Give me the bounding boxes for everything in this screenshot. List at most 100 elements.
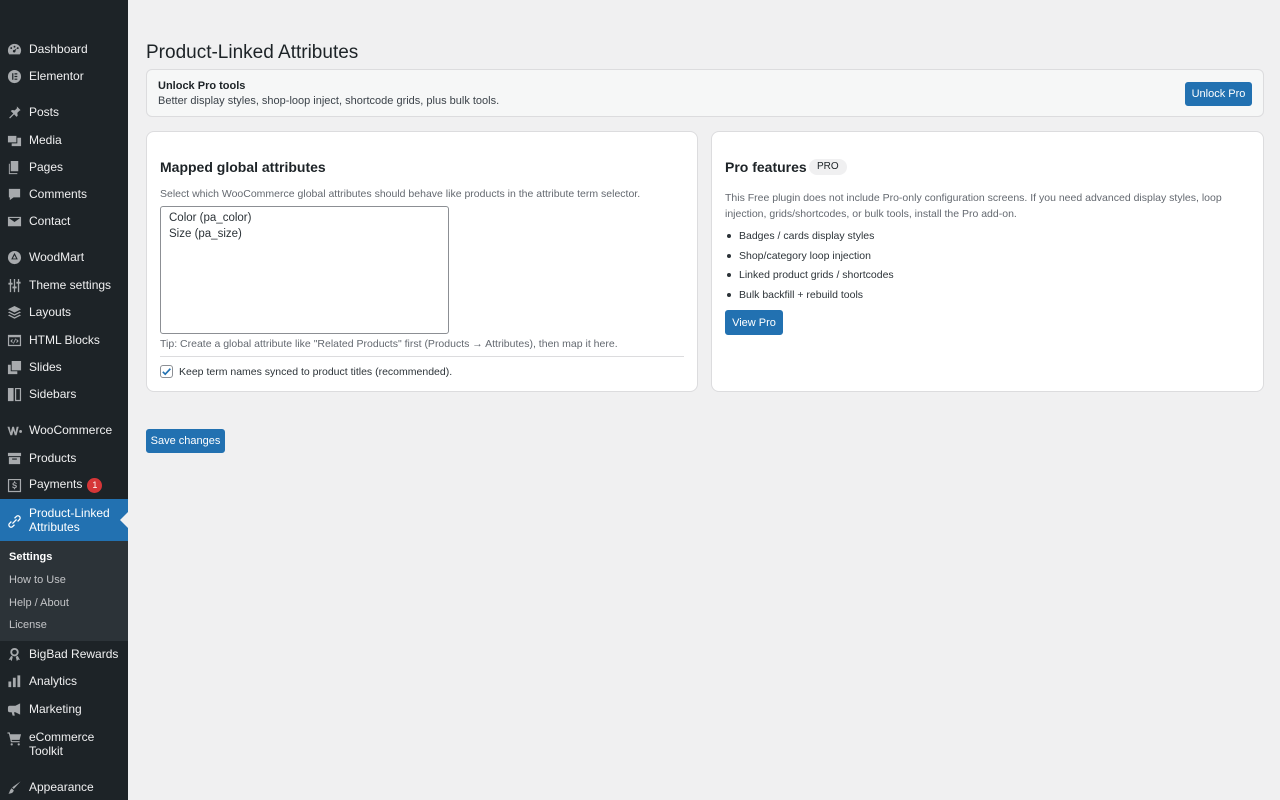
payments-label: Payments — [29, 477, 83, 491]
elementor-icon — [6, 68, 22, 84]
sidebar-item-media[interactable]: Media — [0, 131, 128, 149]
sidebar-item-label: Pages — [29, 160, 64, 174]
megaphone-icon — [6, 701, 22, 717]
sync-term-names-label[interactable]: Keep term names synced to product titles… — [179, 366, 452, 378]
award-icon — [6, 646, 22, 662]
sidebar-item-sidebars[interactable]: Sidebars — [0, 385, 128, 403]
list-item: Linked product grids / shortcodes — [725, 268, 894, 288]
sidebar-item-label: HTML Blocks — [29, 333, 100, 347]
sidebar-item-label: Appearance — [29, 780, 94, 794]
slides-icon — [6, 359, 22, 375]
comment-icon — [6, 186, 22, 202]
sidebar-item-pages[interactable]: Pages — [0, 158, 128, 176]
bar-chart-icon — [6, 673, 22, 689]
banner-description: Better display styles, shop-loop inject,… — [158, 95, 500, 107]
list-item: Bulk backfill + rebuild tools — [725, 288, 894, 308]
sidebar-item-elementor[interactable]: Elementor — [0, 67, 128, 85]
dashboard-icon — [6, 41, 22, 57]
sidebar-item-bigbad-rewards[interactable]: BigBad Rewards — [0, 645, 128, 663]
save-changes-button[interactable]: Save changes — [146, 429, 225, 453]
current-menu-arrow — [120, 512, 128, 528]
card-description: This Free plugin does not include Pro-on… — [725, 192, 1222, 220]
sidebar-item-slides[interactable]: Slides — [0, 358, 128, 376]
sidebar-item-label: Sidebars — [29, 387, 77, 401]
sidebar-item-label: Media — [29, 133, 62, 147]
woocommerce-icon — [6, 422, 22, 438]
sidebar-item-theme-settings[interactable]: Theme settings — [0, 276, 128, 294]
sidebar-item-analytics[interactable]: Analytics — [0, 672, 128, 690]
sidebar-item-label: Posts — [29, 105, 60, 119]
sidebar-icon — [6, 386, 22, 402]
checkmark-icon — [162, 368, 171, 376]
payment-icon — [6, 477, 22, 493]
card-title: Pro features — [725, 159, 807, 175]
sidebar-item-label: Slides — [29, 360, 62, 374]
mail-icon — [6, 213, 22, 229]
sidebar-item-label: Theme settings — [29, 278, 112, 292]
sidebar-item-payments[interactable]: Payments 1 — [0, 476, 128, 494]
unlock-pro-banner: Unlock Pro tools Better display styles, … — [146, 69, 1264, 117]
sidebar-submenu: Settings How to Use Help / About License — [0, 541, 128, 641]
sidebar-item-products[interactable]: Products — [0, 449, 128, 467]
sidebar-item-label: Contact — [29, 214, 71, 228]
layers-icon — [6, 304, 22, 320]
page-title: Product-Linked Attributes — [146, 42, 359, 63]
admin-sidebar: Dashboard Elementor Posts Media Pages Co… — [0, 0, 128, 800]
sidebar-item-label: BigBad Rewards — [29, 647, 119, 661]
sidebar-item-posts[interactable]: Posts — [0, 103, 128, 121]
sidebar-item-label: WooCommerce — [29, 423, 113, 437]
archive-icon — [6, 450, 22, 466]
divider — [160, 356, 684, 357]
attribute-option-color[interactable]: Color (pa_color) — [169, 210, 440, 226]
notification-badge: 1 — [87, 478, 103, 493]
sidebar-item-marketing[interactable]: Marketing — [0, 700, 128, 718]
sidebar-item-layouts[interactable]: Layouts — [0, 303, 128, 321]
sync-term-names-checkbox[interactable] — [160, 365, 173, 378]
unlock-pro-button[interactable]: Unlock Pro — [1185, 82, 1252, 106]
media-icon — [6, 132, 22, 148]
pro-features-card: Pro features PRO This Free plugin does n… — [711, 131, 1264, 392]
sidebar-item-label: Product-Linked Attributes — [29, 506, 110, 534]
sidebar-item-label: Marketing — [29, 702, 82, 716]
card-description: Select which WooCommerce global attribut… — [160, 188, 641, 200]
view-pro-button[interactable]: View Pro — [725, 310, 783, 335]
sidebar-item-ecommerce-toolkit[interactable]: eCommerce Toolkit — [0, 728, 128, 760]
sidebar-item-label: Layouts — [29, 305, 72, 319]
woodmart-icon — [6, 249, 22, 265]
sidebar-item-html-blocks[interactable]: HTML Blocks — [0, 331, 128, 349]
pro-badge: PRO — [809, 159, 847, 175]
sidebar-item-woodmart[interactable]: WoodMart — [0, 248, 128, 266]
mapped-attributes-card: Mapped global attributes Select which Wo… — [146, 131, 698, 392]
submenu-license[interactable]: License — [9, 619, 47, 631]
card-title: Mapped global attributes — [160, 159, 326, 175]
submenu-help-about[interactable]: Help / About — [9, 597, 69, 609]
submenu-how-to-use[interactable]: How to Use — [9, 574, 66, 586]
brush-icon — [6, 779, 22, 795]
sidebar-item-label: eCommerce Toolkit — [29, 730, 95, 758]
submenu-settings[interactable]: Settings — [9, 551, 52, 563]
pin-icon — [6, 104, 22, 120]
sidebar-item-label: Analytics — [29, 674, 78, 688]
tip-text: Tip: Create a global attribute like "Rel… — [160, 338, 618, 350]
link-icon — [6, 513, 22, 529]
sidebar-item-label: Elementor — [29, 69, 84, 83]
sidebar-item-contact[interactable]: Contact — [0, 212, 128, 230]
cart-icon — [6, 730, 22, 746]
attribute-option-size[interactable]: Size (pa_size) — [169, 226, 440, 242]
sidebar-item-label: Comments — [29, 187, 88, 201]
html-block-icon — [6, 332, 22, 348]
sidebar-item-label: Payments 1 — [29, 477, 103, 493]
list-item: Shop/category loop injection — [725, 249, 894, 269]
banner-title: Unlock Pro tools — [158, 80, 246, 92]
sidebar-item-dashboard[interactable]: Dashboard — [0, 40, 128, 58]
sidebar-item-woocommerce[interactable]: WooCommerce — [0, 421, 128, 439]
sidebar-item-appearance[interactable]: Appearance — [0, 778, 128, 796]
sidebar-item-comments[interactable]: Comments — [0, 185, 128, 203]
sliders-icon — [6, 277, 22, 293]
pro-feature-list: Badges / cards display styles Shop/categ… — [725, 229, 894, 307]
sidebar-item-label: Dashboard — [29, 42, 88, 56]
attribute-multiselect[interactable]: Color (pa_color) Size (pa_size) — [160, 206, 449, 334]
pages-icon — [6, 159, 22, 175]
list-item: Badges / cards display styles — [725, 229, 894, 249]
sidebar-item-product-linked-attributes[interactable]: Product-Linked Attributes — [0, 499, 128, 541]
